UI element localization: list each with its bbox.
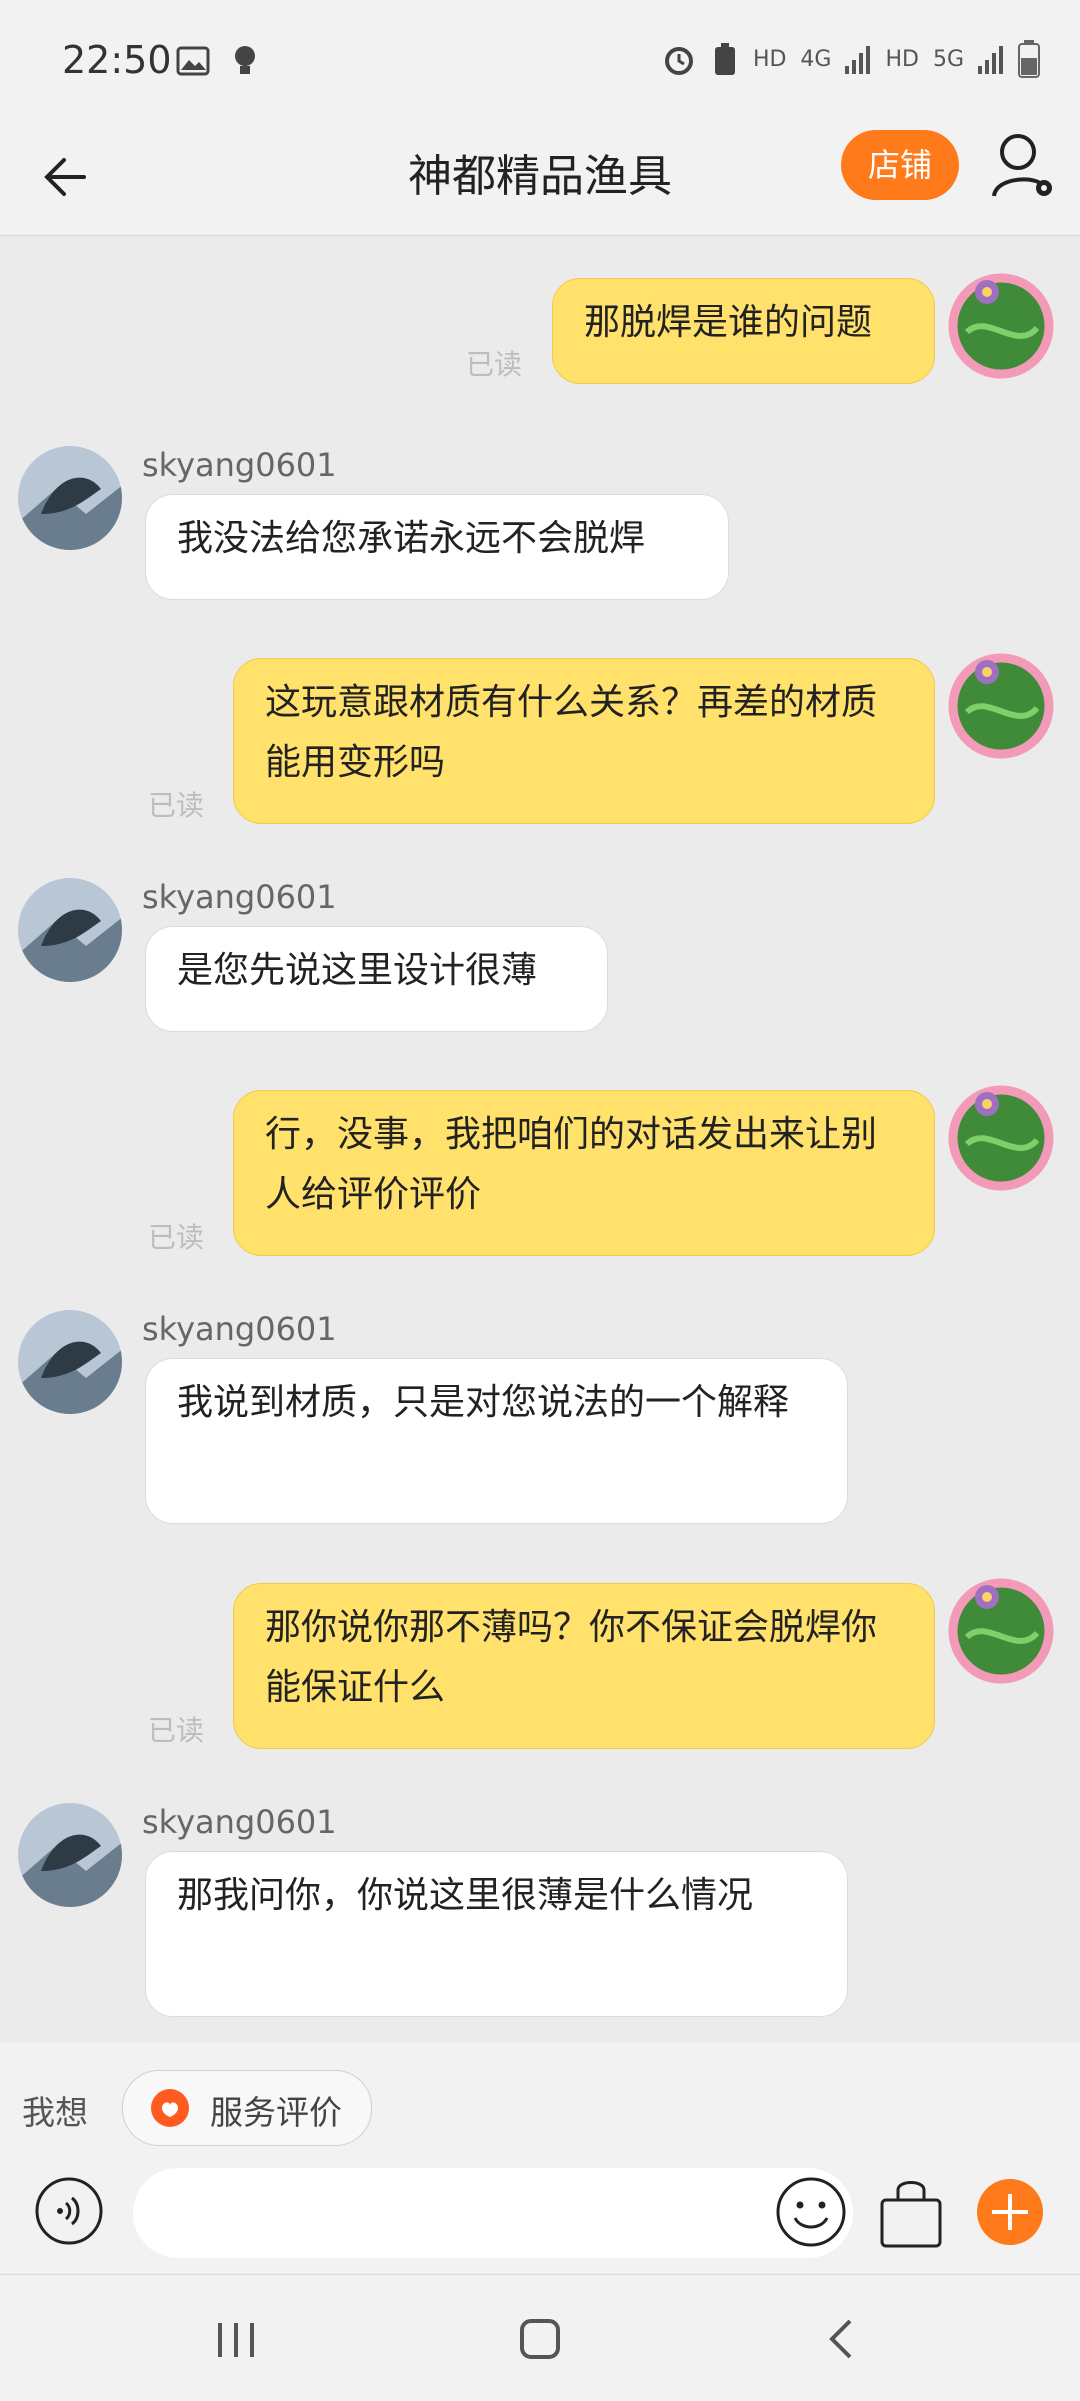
user-settings-icon[interactable] xyxy=(988,130,1058,202)
network-4g-label: 4G xyxy=(800,46,832,72)
my-avatar[interactable] xyxy=(947,272,1055,380)
battery-saver-icon xyxy=(714,43,735,75)
message-input-bar xyxy=(0,2168,1080,2273)
sender-name: skyang0601 xyxy=(142,446,337,484)
signal-icon-2 xyxy=(978,46,1003,74)
bulb-icon xyxy=(235,46,255,74)
my-avatar[interactable] xyxy=(947,652,1055,760)
alarm-icon xyxy=(664,47,693,75)
recents-icon[interactable] xyxy=(206,2309,266,2369)
quick-suggestion-bar: 我想 服务评价 xyxy=(0,2042,1080,2168)
battery-icon xyxy=(1018,40,1040,78)
seller-avatar[interactable] xyxy=(16,1308,124,1416)
read-receipt: 已读 xyxy=(148,789,205,822)
seller-avatar[interactable] xyxy=(16,444,124,552)
seller-avatar[interactable] xyxy=(16,876,124,984)
message-input[interactable] xyxy=(133,2168,853,2258)
back-icon[interactable] xyxy=(812,2309,872,2369)
my-avatar[interactable] xyxy=(947,1084,1055,1192)
emoji-icon[interactable] xyxy=(775,2176,847,2248)
seller-message-bubble[interactable]: 我没法给您承诺永远不会脱焊 xyxy=(145,494,729,600)
read-receipt: 已读 xyxy=(466,348,523,381)
image-icon xyxy=(176,46,210,76)
sender-name: skyang0601 xyxy=(142,878,337,916)
network-5g-label: 5G xyxy=(932,46,964,72)
chat-message-list[interactable]: 已读 那脱焊是谁的问题 skyang0601 我没法给您承诺永远不会脱焊 已读 … xyxy=(0,236,1080,2042)
signal-icon xyxy=(845,46,871,74)
seller-message-bubble[interactable]: 我说到材质，只是对您说法的一个解释 xyxy=(145,1358,848,1524)
sender-name: skyang0601 xyxy=(142,1803,337,1841)
plus-icon[interactable] xyxy=(976,2178,1044,2246)
read-receipt: 已读 xyxy=(148,1221,205,1254)
seller-message-bubble[interactable]: 那我问你，你说这里很薄是什么情况 xyxy=(145,1851,848,2017)
service-rating-label: 服务评价 xyxy=(210,2093,342,2132)
shopping-bag-icon[interactable] xyxy=(876,2174,946,2250)
seller-avatar[interactable] xyxy=(16,1801,124,1909)
store-button[interactable]: 店铺 xyxy=(841,130,959,200)
suggestion-label: 我想 xyxy=(22,2093,88,2132)
read-receipt: 已读 xyxy=(148,1714,205,1747)
my-message-bubble[interactable]: 那你说你那不薄吗？你不保证会脱焊你能保证什么 xyxy=(233,1583,935,1749)
my-message-bubble[interactable]: 这玩意跟材质有什么关系？再差的材质能用变形吗 xyxy=(233,658,935,824)
my-message-bubble[interactable]: 行，没事，我把咱们的对话发出来让别人给评价评价 xyxy=(233,1090,935,1256)
hd-label-2: HD xyxy=(885,46,919,72)
my-message-bubble[interactable]: 那脱焊是谁的问题 xyxy=(552,278,935,384)
service-rating-chip[interactable]: 服务评价 xyxy=(122,2070,372,2146)
chat-header: 神都精品渔具 店铺 xyxy=(0,120,1080,236)
home-icon[interactable] xyxy=(510,2309,570,2369)
system-navigation-bar xyxy=(0,2274,1080,2401)
status-bar: 22:50 HD 4G HD 5G xyxy=(0,0,1080,120)
service-rating-icon xyxy=(151,2089,189,2127)
hd-label: HD xyxy=(752,46,787,72)
my-avatar[interactable] xyxy=(947,1577,1055,1685)
seller-message-bubble[interactable]: 是您先说这里设计很薄 xyxy=(145,926,608,1032)
voice-icon[interactable] xyxy=(34,2176,104,2246)
status-time: 22:50 xyxy=(62,38,172,82)
sender-name: skyang0601 xyxy=(142,1310,337,1348)
